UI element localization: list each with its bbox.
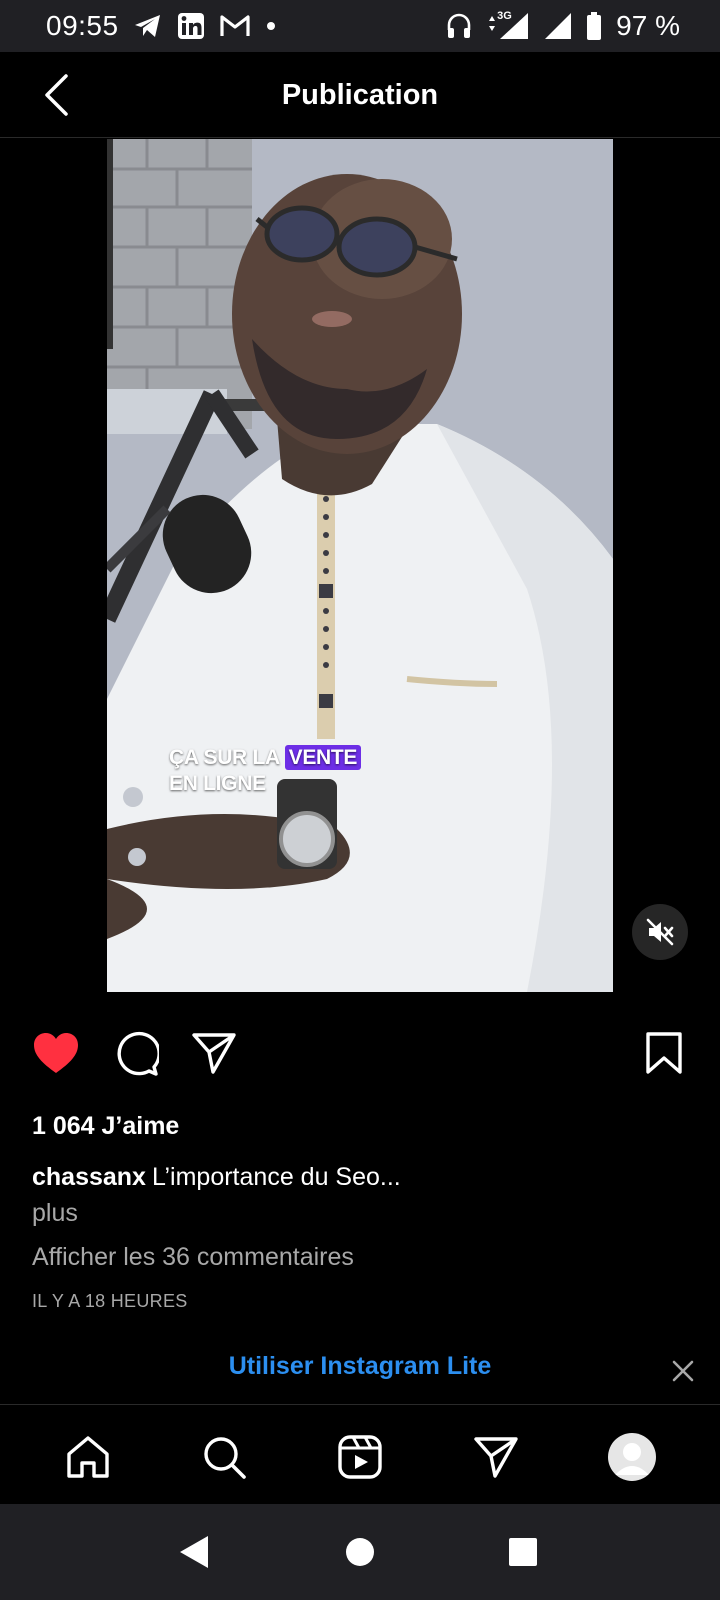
- use-instagram-lite-link[interactable]: Utiliser Instagram Lite: [0, 1352, 720, 1381]
- caption-username[interactable]: chassanx: [32, 1163, 146, 1191]
- linkedin-icon: [177, 12, 205, 40]
- page-title: Publication: [281, 78, 439, 111]
- status-bar: 09:55 3G 97 %: [0, 0, 720, 52]
- home-circle-icon: [346, 1538, 374, 1566]
- headphones-icon: [446, 12, 472, 40]
- app-bar: Publication: [0, 52, 720, 138]
- telegram-icon: [133, 13, 163, 39]
- battery-percentage: 97 %: [616, 10, 680, 41]
- nav-home[interactable]: [62, 1431, 114, 1483]
- gmail-icon: [219, 14, 251, 38]
- avatar: [608, 1433, 656, 1481]
- post-actions: [0, 1028, 720, 1078]
- post-caption: chassanx L’importance du Seo...: [32, 1163, 401, 1192]
- network-type: 3G: [497, 10, 512, 22]
- caption-more-link[interactable]: plus: [32, 1199, 78, 1228]
- system-nav-bar: [0, 1504, 720, 1600]
- view-comments-link[interactable]: Afficher les 36 commentaires: [32, 1243, 354, 1272]
- dot-icon: [265, 20, 277, 32]
- nav-reels[interactable]: [334, 1431, 386, 1483]
- status-time: 09:55: [46, 10, 119, 41]
- close-banner-button[interactable]: [668, 1356, 698, 1386]
- system-home-button[interactable]: [340, 1532, 380, 1572]
- paper-plane-icon: [192, 1033, 236, 1074]
- video-caption-line2: EN LIGNE: [169, 772, 266, 795]
- post-timestamp: IL Y A 18 HEURES: [32, 1291, 188, 1311]
- mute-toggle-button[interactable]: [632, 904, 688, 960]
- back-triangle-icon: [180, 1536, 208, 1568]
- post-video[interactable]: ÇA SUR LA VENTE EN LIGNE: [107, 139, 613, 992]
- close-icon: [672, 1360, 694, 1382]
- bookmark-icon: [646, 1032, 682, 1074]
- save-button[interactable]: [638, 1028, 690, 1078]
- home-icon: [67, 1436, 109, 1478]
- signal-icon: [544, 12, 572, 40]
- nav-profile[interactable]: [606, 1431, 658, 1483]
- nav-direct[interactable]: [470, 1431, 522, 1483]
- heart-filled-icon: [34, 1033, 78, 1073]
- battery-icon: [586, 12, 602, 40]
- search-icon: [204, 1437, 246, 1479]
- system-recents-button[interactable]: [503, 1532, 543, 1572]
- caption-text: L’importance du Seo...: [151, 1163, 401, 1191]
- like-count[interactable]: 1 064 J’aime: [32, 1112, 179, 1141]
- nav-search[interactable]: [198, 1431, 250, 1483]
- comment-button[interactable]: [110, 1028, 162, 1078]
- bottom-nav: [0, 1404, 720, 1504]
- video-caption-line1: ÇA SUR LA VENTE: [169, 745, 362, 771]
- like-button[interactable]: [30, 1028, 82, 1078]
- system-back-button[interactable]: [174, 1532, 214, 1572]
- instagram-lite-banner: Utiliser Instagram Lite: [0, 1338, 720, 1404]
- volume-muted-icon: [646, 918, 674, 946]
- video-caption-overlay: ÇA SUR LA VENTE EN LIGNE: [169, 745, 362, 797]
- direct-icon: [474, 1437, 518, 1478]
- reels-icon: [338, 1435, 382, 1479]
- network-3g-signal-icon: 3G: [486, 10, 530, 41]
- video-caption-highlight: VENTE: [284, 745, 362, 770]
- recents-square-icon: [509, 1538, 537, 1566]
- share-button[interactable]: [188, 1028, 240, 1078]
- comment-bubble-icon: [117, 1031, 159, 1076]
